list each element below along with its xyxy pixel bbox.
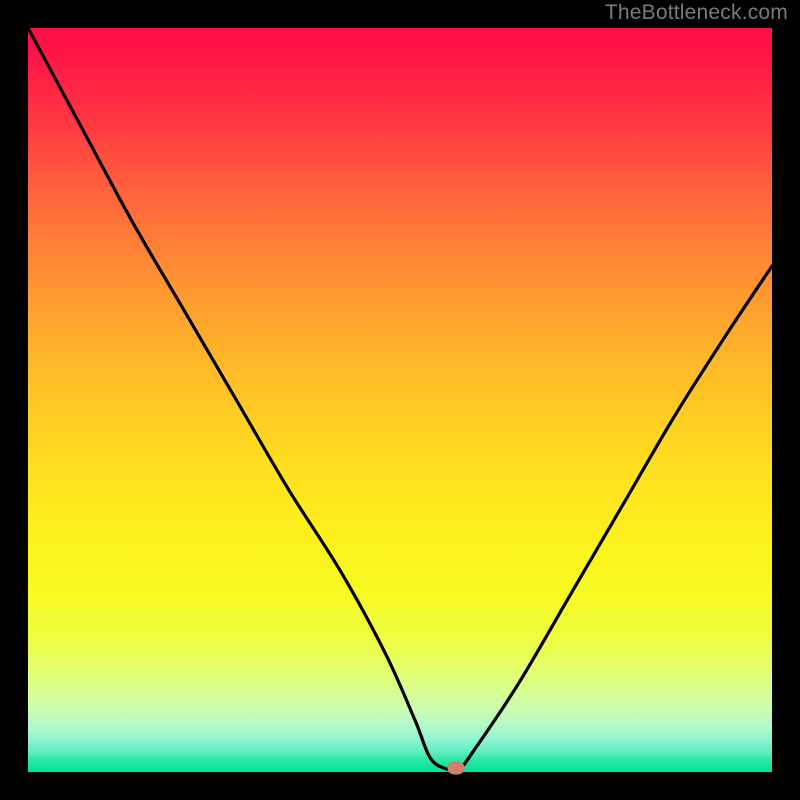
bottleneck-curve — [28, 28, 772, 770]
chart-container: TheBottleneck.com — [0, 0, 800, 800]
curve-svg — [28, 28, 772, 772]
plot-area — [28, 28, 772, 772]
minimum-marker — [447, 762, 464, 775]
watermark-text: TheBottleneck.com — [605, 1, 788, 25]
